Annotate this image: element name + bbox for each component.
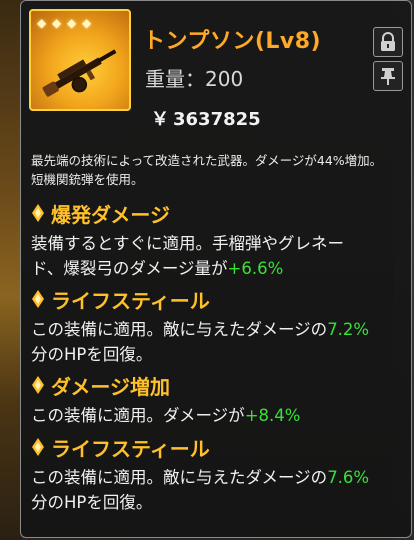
description-line: 短機関銃弾を使用。: [31, 172, 144, 187]
effect-explosive-damage: 爆発ダメージ 装備するとすぐに適用。手榴弾やグレネー ド、爆裂弓のダメージ量が+…: [31, 199, 403, 281]
lock-icon: [381, 32, 395, 51]
effect-line: 分のHPを回復。: [31, 493, 153, 512]
rarity-stars: ◆ ◆ ◆ ◆: [37, 17, 94, 29]
effect-line: この装備に適用。ダメージが+8.4%: [31, 403, 403, 428]
effect-text: この装備に適用。敵に与えたダメージの: [31, 320, 328, 339]
diamond-bullet-icon: [32, 376, 44, 394]
effect-value: 7.2%: [327, 320, 370, 339]
effect-body: この装備に適用。敵に与えたダメージの7.2% 分のHPを回復。: [31, 317, 403, 367]
pin-icon: [381, 68, 395, 85]
rarity-star-icon: ◆: [67, 16, 77, 30]
lock-button[interactable]: [373, 27, 403, 57]
diamond-bullet-icon: [32, 290, 44, 308]
effect-body: この装備に適用。ダメージが+8.4%: [31, 403, 403, 428]
effect-text: ド、爆裂弓のダメージ量が: [31, 259, 228, 278]
rarity-star-icon: ◆: [52, 16, 62, 30]
pin-button[interactable]: [373, 61, 403, 91]
effect-line: この装備に適用。敵に与えたダメージの7.6%: [31, 465, 403, 490]
item-tooltip-panel: ◆ ◆ ◆ ◆ トンプソン(Lv8) 重量：200 ￥ 3637825 最先端の…: [20, 0, 412, 538]
effect-text: この装備に適用。敵に与えたダメージの: [31, 468, 328, 487]
effect-heading: ダメージ増加: [31, 371, 403, 399]
effect-line: ド、爆裂弓のダメージ量が+6.6%: [31, 256, 403, 281]
tommy-gun-icon: [42, 49, 117, 97]
effect-heading: 爆発ダメージ: [31, 199, 403, 227]
rarity-star-icon: ◆: [82, 16, 92, 30]
effect-heading-text: ライフスティール: [51, 436, 210, 461]
effect-damage-increase: ダメージ増加 この装備に適用。ダメージが+8.4%: [31, 371, 403, 428]
item-title: トンプソン(Lv8): [143, 29, 322, 54]
effect-line: 分のHPを回復。: [31, 345, 153, 364]
effect-body: この装備に適用。敵に与えたダメージの7.6% 分のHPを回復。: [31, 465, 403, 515]
effect-heading: ライフスティール: [31, 285, 403, 313]
weight-label: 重量：: [145, 67, 205, 91]
price-value: 3637825: [173, 109, 261, 130]
item-price: ￥ 3637825: [151, 105, 261, 131]
effect-heading-text: ダメージ増加: [51, 374, 170, 399]
item-description: 最先端の技術によって改造された武器。ダメージが44%増加。 短機関銃弾を使用。: [31, 151, 401, 189]
item-weight: 重量：200: [145, 63, 243, 92]
effect-life-steal-2: ライフスティール この装備に適用。敵に与えたダメージの7.6% 分のHPを回復。: [31, 433, 403, 515]
item-thumbnail: ◆ ◆ ◆ ◆: [29, 9, 131, 111]
effect-heading-text: 爆発ダメージ: [51, 202, 170, 227]
weight-value: 200: [205, 67, 244, 91]
rarity-star-icon: ◆: [37, 16, 47, 30]
effect-life-steal: ライフスティール この装備に適用。敵に与えたダメージの7.2% 分のHPを回復。: [31, 285, 403, 367]
effect-value: +8.4%: [244, 406, 301, 425]
effect-value: +6.6%: [227, 259, 284, 278]
description-line: 最先端の技術によって改造された武器。ダメージが44%増加。: [31, 153, 383, 168]
effect-text: この装備に適用。ダメージが: [31, 406, 245, 425]
effect-heading-text: ライフスティール: [51, 288, 210, 313]
effect-value: 7.6%: [327, 468, 370, 487]
yen-icon: ￥: [151, 109, 169, 130]
background-left: [0, 0, 22, 540]
effect-line: この装備に適用。敵に与えたダメージの7.2%: [31, 317, 403, 342]
effect-line: 装備するとすぐに適用。手榴弾やグレネー: [31, 234, 345, 253]
effect-heading: ライフスティール: [31, 433, 403, 461]
diamond-bullet-icon: [32, 438, 44, 456]
effect-body: 装備するとすぐに適用。手榴弾やグレネー ド、爆裂弓のダメージ量が+6.6%: [31, 231, 403, 281]
diamond-bullet-icon: [32, 204, 44, 222]
